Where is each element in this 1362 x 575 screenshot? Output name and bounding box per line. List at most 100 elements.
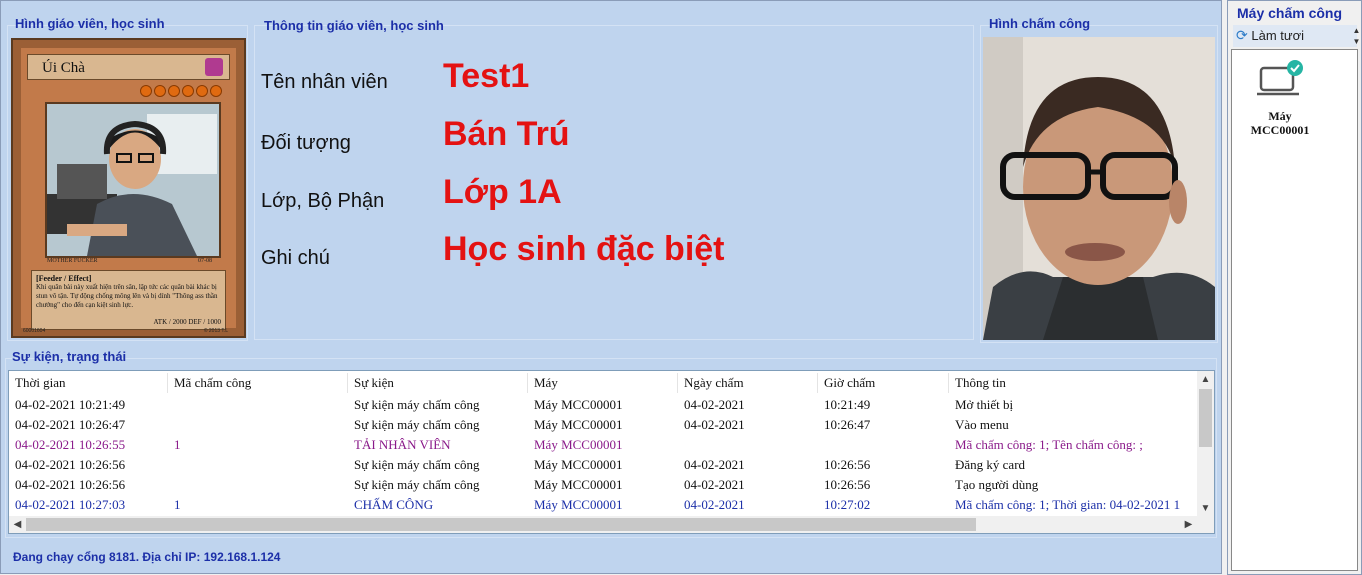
cell-time: 04-02-2021 10:26:55 [15, 437, 126, 452]
cell-info: Vào menu [955, 417, 1009, 432]
cell-device: Máy MCC00001 [534, 397, 623, 412]
info-label: Ghi chú [261, 247, 330, 269]
cell-event: Sự kiện máy chấm công [354, 417, 480, 432]
device-name-line1: Máy [1268, 109, 1292, 123]
info-label: Đối tượng [261, 132, 351, 154]
card-effect-box: [Feeder / Effect] Khi quân bài này xuất … [31, 270, 226, 330]
cell-event: TẢI NHÂN VIÊN [354, 437, 451, 452]
cell-device: Máy MCC00001 [534, 457, 623, 472]
cell-event: Sự kiện máy chấm công [354, 477, 480, 492]
cell-event: Sự kiện máy chấm công [354, 397, 480, 412]
events-group-title: Sự kiện, trạng thái [12, 349, 127, 364]
device-toolbar: ⟳ Làm tươi ▲ ▼ [1233, 25, 1360, 47]
device-panel-title: Máy chấm công [1237, 5, 1343, 21]
info-group-title: Thông tin giáo viên, học sinh [264, 18, 444, 33]
cell-info: Mã chấm công: 1; Tên chấm công: ; [955, 437, 1143, 452]
cell-hour: 10:27:02 [824, 497, 871, 512]
cell-date: 04-02-2021 [684, 457, 745, 472]
cell-info: Mã chấm công: 1; Thời gian: 04-02-2021 1 [955, 497, 1181, 512]
device-name: Máy MCC00001 [1240, 109, 1320, 137]
card-effect-text: Khi quân bài này xuất hiện trên sân, lập… [36, 283, 218, 309]
info-value: Học sinh đặc biệt [443, 230, 725, 268]
cell-code: 1 [174, 497, 181, 512]
cell-event: CHẤM CÔNG [354, 497, 434, 512]
column-header-event[interactable]: Sự kiện [348, 373, 528, 393]
card-serial: 60001604 [23, 328, 46, 334]
refresh-button[interactable]: ⟳ Làm tươi [1236, 27, 1304, 44]
cell-date: 04-02-2021 [684, 477, 745, 492]
attendance-photo [983, 37, 1215, 340]
cell-date: 04-02-2021 [684, 497, 745, 512]
table-row[interactable]: 04-02-2021 10:26:56 Sự kiện máy chấm côn… [9, 475, 1199, 495]
card-name-text: Úi Chà [42, 60, 85, 76]
table-row[interactable]: 04-02-2021 10:26:47 Sự kiện máy chấm côn… [9, 415, 1199, 435]
table-header: Thời gian Mã chấm công Sự kiện Máy Ngày … [9, 373, 1199, 393]
events-table[interactable]: Thời gian Mã chấm công Sự kiện Máy Ngày … [8, 370, 1215, 534]
vertical-scrollbar[interactable]: ▲ ▼ [1197, 371, 1214, 517]
info-label: Tên nhân viên [261, 71, 388, 93]
card-atk-def: ATK / 2000 DEF / 1000 [153, 318, 221, 326]
scroll-up-icon[interactable]: ▲ [1197, 371, 1214, 388]
info-value: Lớp 1A [443, 173, 562, 211]
column-header-device[interactable]: Máy [528, 373, 678, 393]
card-level-stars [138, 84, 222, 97]
cell-hour: 10:21:49 [824, 397, 871, 412]
cell-device: Máy MCC00001 [534, 497, 623, 512]
card-caption-left: MOTHER FUCKER [47, 258, 98, 264]
scroll-left-icon[interactable]: ◀ [9, 516, 26, 533]
cell-date: 04-02-2021 [684, 397, 745, 412]
cell-info: Đăng ký card [955, 457, 1026, 472]
card-frame: Úi Chà MOTHER FUCKER 07-08 [Feeder / Eff… [21, 48, 236, 334]
column-header-info[interactable]: Thông tin [949, 373, 1199, 393]
scroll-down-icon[interactable]: ▼ [1197, 500, 1214, 517]
cell-device: Máy MCC00001 [534, 477, 623, 492]
horizontal-scrollbar[interactable]: ◀ ▶ [9, 516, 1214, 533]
vertical-scroll-thumb[interactable] [1199, 389, 1212, 447]
cell-time: 04-02-2021 10:26:47 [15, 417, 126, 432]
info-label: Lớp, Bộ Phận [261, 190, 385, 212]
card-copyright: © 2013 T.L [203, 328, 228, 334]
refresh-label: Làm tươi [1251, 28, 1304, 43]
horizontal-scroll-thumb[interactable] [26, 518, 976, 531]
cell-time: 04-02-2021 10:21:49 [15, 397, 126, 412]
column-header-time[interactable]: Thời gian [9, 373, 168, 393]
table-row[interactable]: 04-02-2021 10:21:49 Sự kiện máy chấm côn… [9, 395, 1199, 415]
laptop-icon [1257, 60, 1303, 96]
cell-hour: 10:26:56 [824, 457, 871, 472]
refresh-icon: ⟳ [1236, 27, 1248, 43]
cell-info: Mở thiết bị [955, 397, 1014, 412]
scroll-right-icon[interactable]: ▶ [1180, 516, 1197, 533]
toolbar-overflow-icon[interactable]: ▲ ▼ [1352, 25, 1361, 47]
student-photo [45, 102, 221, 258]
cell-device: Máy MCC00001 [534, 437, 623, 452]
cell-info: Tạo người dùng [955, 477, 1039, 492]
column-header-code[interactable]: Mã chấm công [168, 373, 348, 393]
cell-code: 1 [174, 437, 181, 452]
cell-event: Sự kiện máy chấm công [354, 457, 480, 472]
card-type-line: [Feeder / Effect] [36, 274, 92, 283]
student-photo-card: Úi Chà MOTHER FUCKER 07-08 [Feeder / Eff… [11, 38, 246, 338]
device-panel: Máy chấm công ⟳ Làm tươi ▲ ▼ Máy MCC00001 [1227, 0, 1362, 575]
status-bar: Đang chạy cổng 8181. Địa chỉ IP: 192.168… [13, 550, 281, 564]
photo-group-title: Hình giáo viên, học sinh [15, 16, 165, 31]
attendance-photo-title: Hình chấm công [989, 16, 1091, 31]
info-value: Test1 [443, 57, 530, 95]
cell-time: 04-02-2021 10:26:56 [15, 457, 126, 472]
card-attribute-icon [205, 58, 223, 76]
card-caption-right: 07-08 [198, 258, 212, 264]
cell-hour: 10:26:56 [824, 477, 871, 492]
column-header-date[interactable]: Ngày chấm [678, 373, 818, 393]
table-row[interactable]: 04-02-2021 10:26:56 Sự kiện máy chấm côn… [9, 455, 1199, 475]
cell-time: 04-02-2021 10:27:03 [15, 497, 126, 512]
device-name-line2: MCC00001 [1250, 123, 1310, 137]
table-row[interactable]: 04-02-2021 10:26:55 1 TẢI NHÂN VIÊN Máy … [9, 435, 1199, 455]
info-value: Bán Trú [443, 115, 570, 153]
device-item[interactable]: Máy MCC00001 [1240, 58, 1320, 137]
cell-date: 04-02-2021 [684, 417, 745, 432]
cell-device: Máy MCC00001 [534, 417, 623, 432]
main-panel: Hình giáo viên, học sinh Úi Chà MOTHER F… [0, 0, 1222, 574]
device-list: Máy MCC00001 [1231, 49, 1358, 571]
card-name: Úi Chà [27, 54, 230, 80]
table-row[interactable]: 04-02-2021 10:27:03 1 CHẤM CÔNG Máy MCC0… [9, 495, 1199, 515]
column-header-hour[interactable]: Giờ chấm [818, 373, 949, 393]
